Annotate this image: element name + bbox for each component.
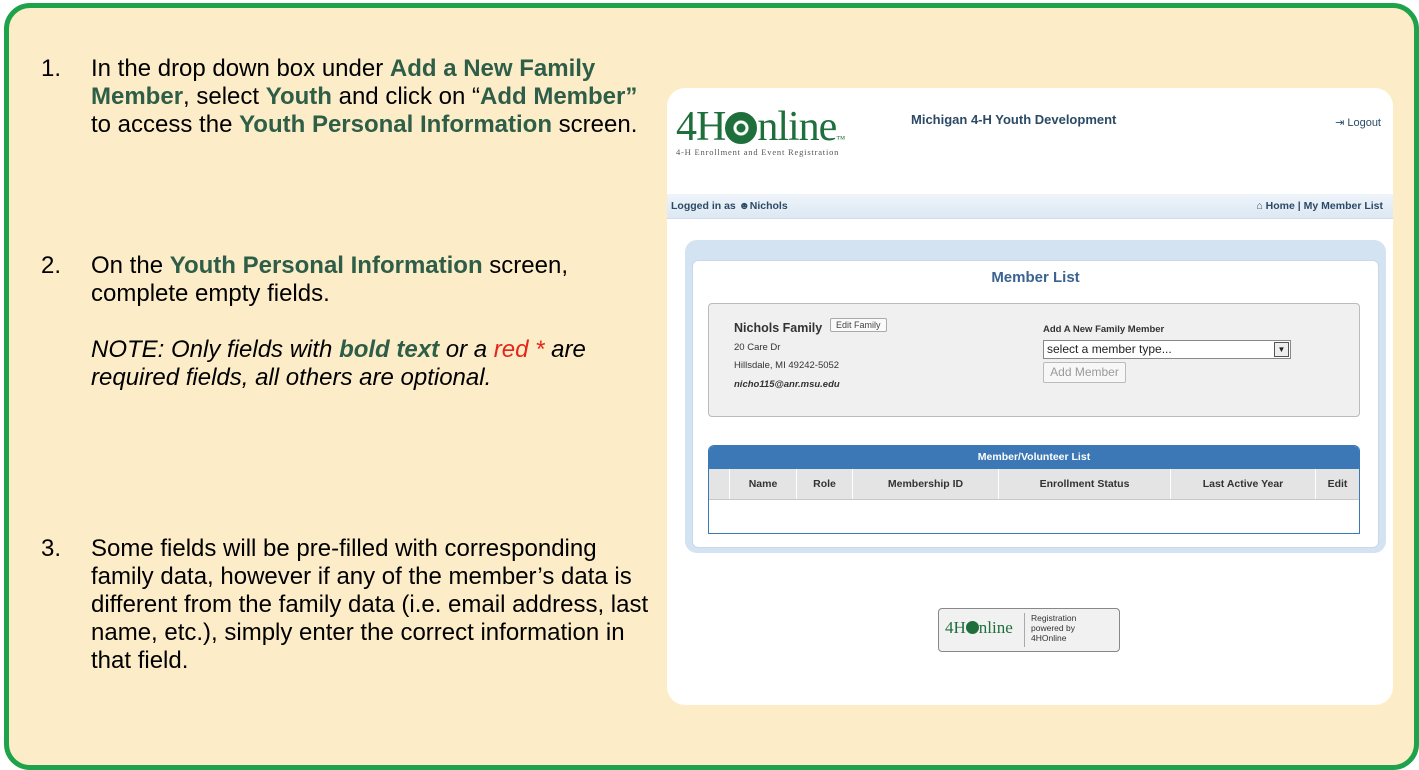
nav-bar: Logged in as ☻Nichols ⌂ Home | My Member… (667, 194, 1393, 219)
logout-link[interactable]: ⇥ Logout (1335, 116, 1381, 129)
column-header: Edit (1315, 469, 1359, 499)
step-text: Some fields will be pre-filled with corr… (91, 535, 649, 674)
table-header-blank (709, 469, 729, 499)
logged-in-status: Logged in as ☻Nichols (671, 200, 788, 212)
powered-by-badge[interactable]: 4H nline Registration powered by 4HOnline (938, 608, 1120, 652)
page-title: Member List (991, 269, 1080, 286)
logout-icon: ⇥ (1335, 117, 1345, 129)
column-header: Role (796, 469, 852, 499)
4honline-small-logo: 4H nline (945, 618, 1013, 637)
family-box: Nichols Family Edit Family 20 Care Dr Hi… (708, 303, 1360, 417)
step-number: 1. (41, 55, 62, 82)
edit-family-button[interactable]: Edit Family (830, 318, 887, 332)
member-type-select[interactable]: select a member type... ▼ (1043, 340, 1291, 359)
step-number: 2. (41, 252, 62, 279)
required-fields-note: NOTE: Only fields with bold text or a re… (91, 336, 586, 391)
step-number: 3. (41, 535, 62, 562)
step-text: In the drop down box under Add a New Fam… (91, 55, 638, 138)
column-header: Last Active Year (1170, 469, 1315, 499)
badge-divider (1024, 613, 1025, 647)
family-street: 20 Care Dr (734, 342, 781, 353)
column-header: Membership ID (852, 469, 998, 499)
family-city: Hillsdale, MI 49242-5052 (734, 360, 840, 371)
user-icon: ☻ (738, 200, 750, 212)
add-member-button[interactable]: Add Member (1043, 362, 1126, 383)
column-header: Name (729, 469, 796, 499)
badge-text: Registration powered by 4HOnline (1031, 613, 1077, 643)
family-email: nicho115@anr.msu.edu (734, 379, 840, 390)
clover-icon (965, 621, 979, 634)
instruction-card: 1. In the drop down box under Add a New … (4, 3, 1419, 770)
table-title: Member/Volunteer List (709, 446, 1359, 469)
column-header: Enrollment Status (998, 469, 1170, 499)
table-header-row: Name Role Membership ID Enrollment Statu… (709, 469, 1359, 500)
add-member-label: Add A New Family Member (1043, 324, 1165, 335)
my-member-list-link[interactable]: My Member List (1304, 200, 1383, 212)
step-text: On the Youth Personal Information screen… (91, 252, 651, 392)
clover-icon (725, 112, 758, 144)
member-volunteer-table: Member/Volunteer List Name Role Membersh… (708, 445, 1360, 534)
family-name: Nichols Family (734, 321, 823, 335)
home-link[interactable]: ⌂ Home (1256, 200, 1294, 212)
nav-links: ⌂ Home | My Member List (1256, 200, 1383, 212)
4honline-logo: 4H nline™ 4-H Enrollment and Event Regist… (676, 104, 845, 157)
chevron-down-icon[interactable]: ▼ (1274, 342, 1289, 357)
app-screenshot: 4H nline™ 4-H Enrollment and Event Regist… (667, 88, 1393, 705)
member-list-panel: Member List Nichols Family Edit Family 2… (692, 260, 1379, 548)
app-title: Michigan 4-H Youth Development (911, 112, 1117, 127)
home-icon: ⌂ (1256, 200, 1263, 212)
